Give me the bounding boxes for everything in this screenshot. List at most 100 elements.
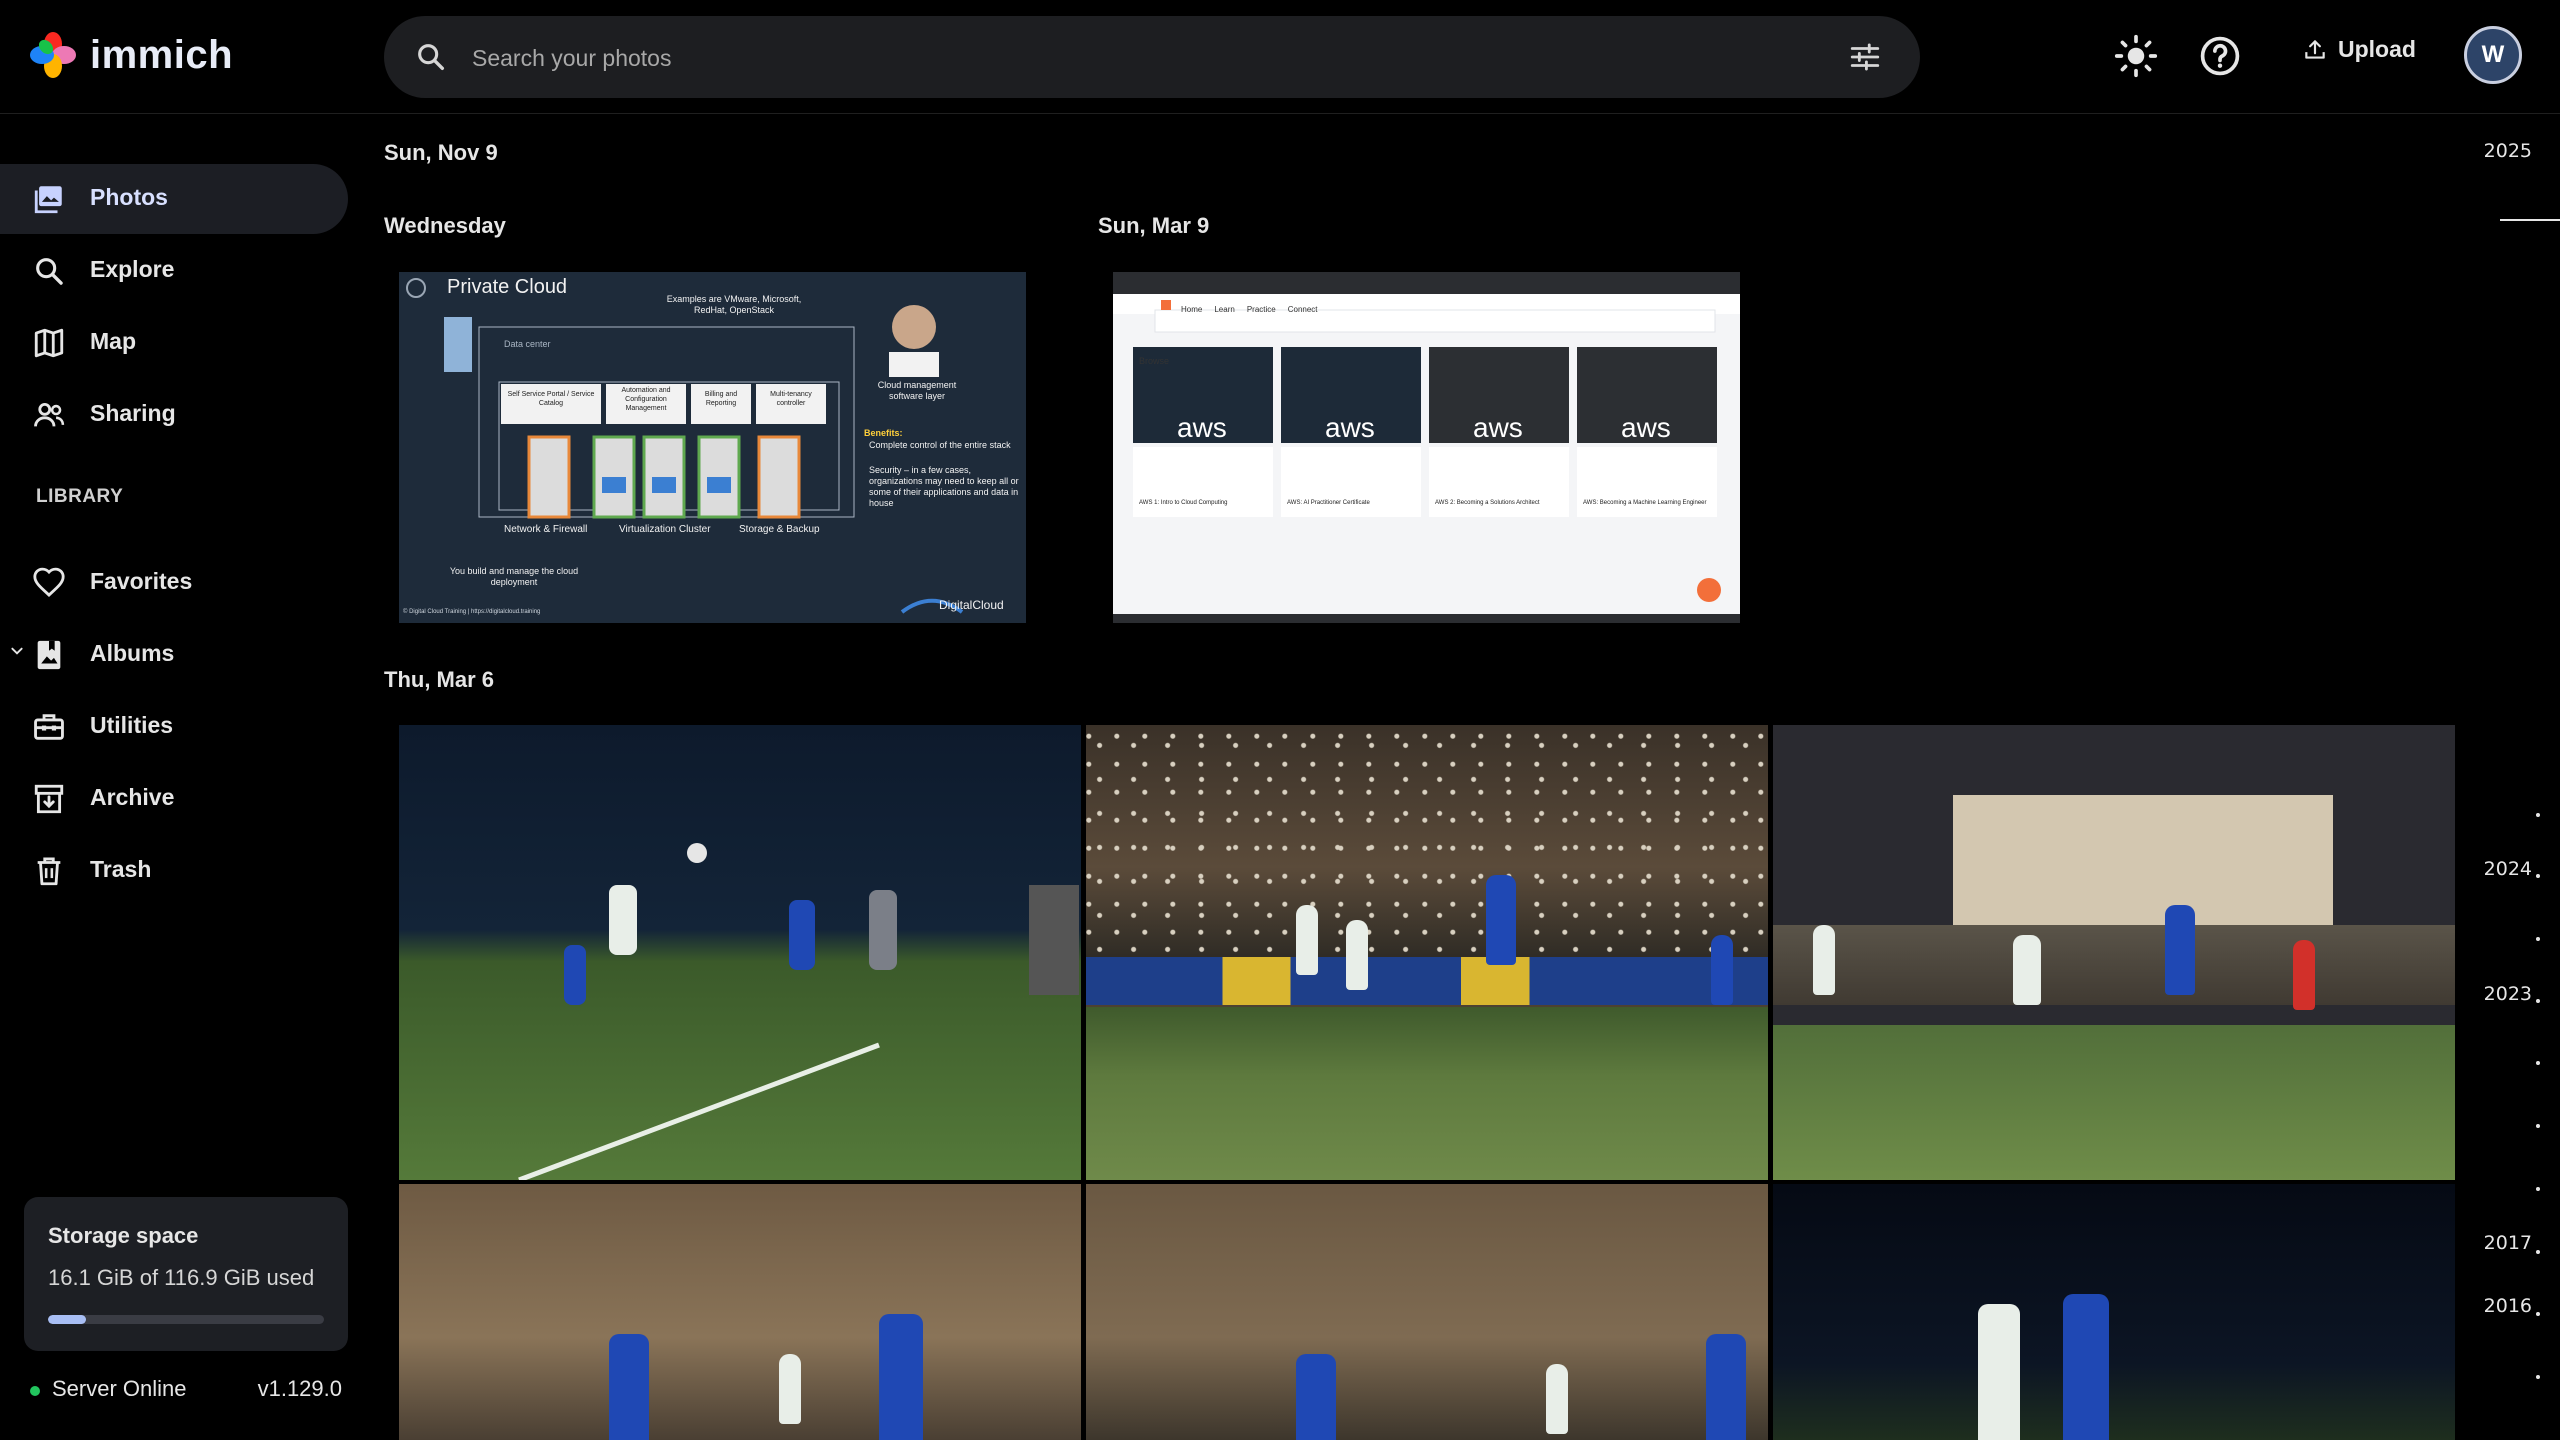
search-bar[interactable] xyxy=(384,16,1920,98)
timeline-year[interactable]: 2025 xyxy=(2484,140,2532,162)
player xyxy=(2165,905,2195,995)
slide-box: Self Service Portal / Service Catalog xyxy=(507,391,595,407)
photo-thumbnail[interactable]: Home Learn Practice Connect Browse aws a… xyxy=(1113,272,1740,623)
immich-logo[interactable]: immich xyxy=(28,30,233,80)
browser-screenshot-image xyxy=(1113,272,1740,623)
library-section-title: LIBRARY xyxy=(36,486,124,507)
sidebar-item-albums[interactable]: Albums xyxy=(0,620,348,690)
aws-card-logo: aws xyxy=(1325,412,1375,443)
storage-usage: 16.1 GiB of 116.9 GiB used xyxy=(48,1265,315,1290)
browser-browse-label: Browse xyxy=(1139,356,1170,366)
slide-box: Billing and Reporting xyxy=(704,391,738,407)
search-icon xyxy=(36,258,63,285)
sidebar-item-favorites[interactable]: Favorites xyxy=(0,548,348,618)
photo-thumbnail[interactable] xyxy=(399,725,1081,1180)
photo-thumbnail[interactable] xyxy=(1086,725,1768,1180)
search-icon[interactable] xyxy=(414,40,448,74)
sidebar-item-label: Albums xyxy=(90,640,175,666)
brand-name: immich xyxy=(90,32,234,77)
photo-thumbnail[interactable]: Private Cloud Examples are VMware, Micro… xyxy=(399,272,1026,623)
slide-benefit: Security – in a few cases, organizations… xyxy=(869,465,1019,508)
storage-title: Storage space xyxy=(48,1223,199,1248)
theme-toggle-sun-icon[interactable] xyxy=(2114,34,2158,78)
timeline-dot xyxy=(2536,937,2540,941)
slide-box: Multi-tenancy controller xyxy=(770,391,812,407)
sidebar-item-label: Sharing xyxy=(90,400,176,426)
sidebar-item-archive[interactable]: Archive xyxy=(0,764,348,834)
storage-progress-fill xyxy=(48,1315,87,1324)
slide-footer-label: Network & Firewall xyxy=(504,524,588,535)
archive-icon xyxy=(34,784,64,814)
timeline-year[interactable]: 2017 xyxy=(2484,1232,2532,1254)
user-avatar[interactable]: W xyxy=(2464,26,2522,84)
timeline-dot xyxy=(2536,1061,2540,1065)
timeline-position-indicator[interactable] xyxy=(2500,219,2560,221)
slide-build-note: You build and manage the cloud deploymen… xyxy=(449,566,579,587)
server-status: Server Online v1.129.0 xyxy=(30,1376,342,1406)
player xyxy=(1486,875,1516,965)
browser-nav: Home Learn Practice Connect xyxy=(1181,305,1318,314)
sidebar-item-label: Favorites xyxy=(90,568,193,594)
timeline-dot xyxy=(2536,999,2540,1003)
player xyxy=(1546,1364,1568,1434)
photo-thumbnail[interactable] xyxy=(399,1184,1081,1440)
date-group-header: Wednesday xyxy=(384,213,506,238)
server-online-dot xyxy=(30,1386,40,1396)
search-filter-icon[interactable] xyxy=(1848,40,1882,74)
slide-title: Private Cloud xyxy=(447,276,568,298)
stadium-crowd xyxy=(1773,925,2455,1005)
date-group-header: Sun, Mar 9 xyxy=(1098,213,1210,238)
football-night-photo xyxy=(518,843,1079,1180)
stadium-crowd xyxy=(1086,725,1768,962)
aws-card-title: AWS: Becoming a Machine Learning Enginee… xyxy=(1583,500,1707,506)
heart-icon xyxy=(33,567,65,597)
slide-copyright: © Digital Cloud Training | https://digit… xyxy=(403,609,541,615)
player xyxy=(2063,1294,2109,1440)
slide-brand: DigitalCloud xyxy=(939,598,1004,612)
aws-card-title: AWS 2: Becoming a Solutions Architect xyxy=(1435,500,1540,506)
timeline-year[interactable]: 2024 xyxy=(2484,858,2532,880)
toolbox-icon xyxy=(34,714,64,740)
slide-cloud-mgmt: Cloud management software layer xyxy=(877,380,957,401)
upload-button[interactable]: Upload xyxy=(2302,36,2416,63)
photo-thumbnail[interactable] xyxy=(1773,1184,2455,1440)
sidebar-item-explore[interactable]: Explore xyxy=(0,236,348,306)
search-input[interactable] xyxy=(470,34,1774,82)
sidebar: Photos Explore Map Sharing LIBRARY Favor… xyxy=(0,114,360,1440)
photo-thumbnail[interactable] xyxy=(1773,725,2455,1180)
sidebar-item-sharing[interactable]: Sharing xyxy=(0,380,348,450)
player xyxy=(1296,1354,1336,1440)
photo-thumbnail[interactable] xyxy=(1086,1184,1768,1440)
slide-examples: Examples are VMware, Microsoft, RedHat, … xyxy=(666,294,802,315)
sidebar-item-label: Utilities xyxy=(90,712,174,738)
chevron-down-icon[interactable] xyxy=(10,644,24,658)
storage-card[interactable]: Storage space 16.1 GiB of 116.9 GiB used xyxy=(24,1197,348,1351)
player xyxy=(1706,1334,1746,1440)
sidebar-item-label: Photos xyxy=(90,184,168,210)
player xyxy=(2013,935,2041,1005)
browser-nav-item: Connect xyxy=(1287,305,1318,314)
timeline-dot xyxy=(2536,1250,2540,1254)
referee xyxy=(2293,940,2315,1010)
browser-nav-item: Practice xyxy=(1246,305,1276,314)
pitch xyxy=(1773,1025,2455,1180)
timeline-dot xyxy=(2536,1375,2540,1379)
sidebar-item-photos[interactable]: Photos xyxy=(0,164,348,234)
timeline-year[interactable]: 2023 xyxy=(2484,983,2532,1005)
server-version[interactable]: v1.129.0 xyxy=(258,1376,342,1402)
people-icon xyxy=(34,402,65,427)
sidebar-item-map[interactable]: Map xyxy=(0,308,348,378)
help-icon[interactable] xyxy=(2198,34,2242,78)
slide-benefit: Complete control of the entire stack xyxy=(869,440,1011,450)
sidebar-item-label: Archive xyxy=(90,784,175,810)
sidebar-item-label: Explore xyxy=(90,256,175,282)
player xyxy=(1813,925,1835,995)
player xyxy=(879,1314,923,1440)
advertising-boards xyxy=(1086,957,1768,1005)
timeline-year[interactable]: 2016 xyxy=(2484,1295,2532,1317)
sidebar-item-utilities[interactable]: Utilities xyxy=(0,692,348,762)
sidebar-item-trash[interactable]: Trash xyxy=(0,836,348,906)
pitch xyxy=(1086,1007,1768,1180)
timeline-dot xyxy=(2536,874,2540,878)
player xyxy=(609,1334,649,1440)
